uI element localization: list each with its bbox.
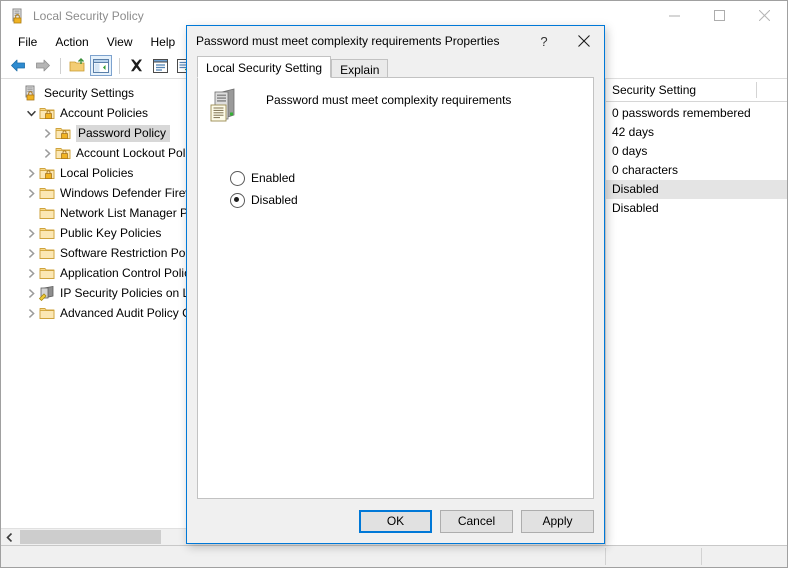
tree-item-label: Account Lockout Polic <box>76 145 195 160</box>
option-disabled[interactable]: Disabled <box>230 189 593 211</box>
policy-header: Password must meet complexity requiremen… <box>198 78 593 124</box>
statusbar-cell-2 <box>606 546 701 567</box>
help-button[interactable]: ? <box>524 26 564 56</box>
list-row[interactable]: Disabled <box>606 180 787 199</box>
menu-view[interactable]: View <box>98 33 142 51</box>
twisty-collapsed-icon[interactable] <box>23 285 39 301</box>
tree-item-label: Windows Defender Firewall <box>60 185 207 200</box>
dialog-controls: ? <box>524 26 604 56</box>
properties-dialog: Password must meet complexity requiremen… <box>186 25 605 544</box>
tree-item-label: Security Settings <box>44 85 135 100</box>
security-policy-icon <box>10 8 26 24</box>
twisty-expanded-icon[interactable] <box>23 105 39 121</box>
option-disabled-label: Disabled <box>251 193 298 207</box>
radio-enabled-icon[interactable] <box>230 170 245 186</box>
tree-twisty-spacer <box>7 85 23 101</box>
twisty-collapsed-icon[interactable] <box>39 125 55 141</box>
folder-lock-icon <box>55 125 71 141</box>
tree-item-label: IP Security Policies on Loc <box>60 285 202 300</box>
tab-local-security-setting[interactable]: Local Security Setting <box>197 56 332 78</box>
scrollbar-thumb[interactable] <box>20 530 161 544</box>
dialog-footer: OK Cancel Apply <box>187 499 604 543</box>
maximize-button[interactable] <box>697 1 742 30</box>
toolbar-separator <box>119 57 120 74</box>
option-enabled-label: Enabled <box>251 171 296 185</box>
list-column-header: Security Setting <box>606 79 787 102</box>
list-row[interactable]: 42 days <box>606 123 787 142</box>
statusbar-cell-3 <box>702 546 787 567</box>
folder-icon <box>39 205 55 221</box>
folder-icon <box>39 225 55 241</box>
menu-file[interactable]: File <box>9 33 46 51</box>
tree-item-label: Application Control Policie <box>60 265 200 280</box>
statusbar <box>1 545 787 567</box>
twisty-collapsed-icon[interactable] <box>23 305 39 321</box>
tree-item-label: Local Policies <box>60 165 134 180</box>
statusbar-cell-1 <box>1 546 605 567</box>
list-row[interactable]: 0 characters <box>606 161 787 180</box>
tree-twisty-spacer <box>23 205 39 221</box>
minimize-button[interactable] <box>652 1 697 30</box>
show-hide-console-tree-icon[interactable] <box>90 55 112 76</box>
dialog-close-icon[interactable] <box>564 26 604 56</box>
option-enabled[interactable]: Enabled <box>230 167 593 189</box>
folder-icon <box>39 245 55 261</box>
twisty-collapsed-icon[interactable] <box>23 225 39 241</box>
twisty-collapsed-icon[interactable] <box>23 245 39 261</box>
policy-computer-icon <box>210 88 244 124</box>
ip-security-icon <box>38 285 55 302</box>
tree-item-label: Software Restriction Polici <box>60 245 200 260</box>
cancel-button[interactable]: Cancel <box>440 509 513 533</box>
dialog-tabstrip: Local Security Setting Explain <box>197 56 594 79</box>
policy-name-label: Password must meet complexity requiremen… <box>266 93 512 107</box>
up-one-level-icon[interactable] <box>66 55 88 76</box>
dialog-title: Password must meet complexity requiremen… <box>196 34 500 48</box>
column-security-setting[interactable]: Security Setting <box>606 80 696 100</box>
tree-item-label: Public Key Policies <box>60 225 162 240</box>
menu-help[interactable]: Help <box>142 33 185 51</box>
folder-lock-icon <box>55 145 71 161</box>
security-settings-icon <box>23 85 39 101</box>
forward-arrow-icon[interactable] <box>31 55 53 76</box>
tab-explain[interactable]: Explain <box>331 59 389 79</box>
twisty-collapsed-icon[interactable] <box>23 265 39 281</box>
back-arrow-icon[interactable] <box>7 55 29 76</box>
properties-icon[interactable] <box>149 55 171 76</box>
folder-lock-icon <box>39 105 55 121</box>
tree-item-label: Advanced Audit Policy Co <box>60 305 198 320</box>
delete-icon[interactable] <box>125 55 147 76</box>
radio-disabled-icon[interactable] <box>230 192 245 208</box>
folder-icon <box>39 185 55 201</box>
dialog-titlebar: Password must meet complexity requiremen… <box>187 26 604 56</box>
tree-item-label: Network List Manager Poli <box>60 205 201 220</box>
list-row[interactable]: 0 passwords remembered <box>606 104 787 123</box>
column-divider[interactable] <box>756 82 757 98</box>
window-controls <box>652 1 787 30</box>
menu-action[interactable]: Action <box>46 33 97 51</box>
twisty-collapsed-icon[interactable] <box>23 165 39 181</box>
list-row[interactable]: 0 days <box>606 142 787 161</box>
ok-button[interactable]: OK <box>359 509 432 533</box>
scroll-left-icon[interactable] <box>1 529 18 545</box>
policy-list-rows: 0 passwords remembered 42 days 0 days 0 cha… <box>606 102 787 218</box>
folder-icon <box>39 305 55 321</box>
policy-list-pane: Security Setting 0 passwords remembered 4… <box>606 79 787 545</box>
tree-item-label: Password Policy <box>76 124 171 142</box>
list-row[interactable]: Disabled <box>606 199 787 218</box>
window-title: Local Security Policy <box>33 8 144 23</box>
twisty-collapsed-icon[interactable] <box>39 145 55 161</box>
close-button[interactable] <box>742 1 787 30</box>
toolbar-separator <box>60 57 61 74</box>
dialog-body: Local Security Setting Explain Password … <box>187 56 604 499</box>
tree-item-label: Account Policies <box>60 105 149 120</box>
folder-lock-icon <box>39 165 55 181</box>
local-security-setting-panel: Password must meet complexity requiremen… <box>197 77 594 499</box>
folder-icon <box>39 265 55 281</box>
apply-button[interactable]: Apply <box>521 509 594 533</box>
twisty-collapsed-icon[interactable] <box>23 185 39 201</box>
policy-options-group: Enabled Disabled <box>198 167 593 211</box>
